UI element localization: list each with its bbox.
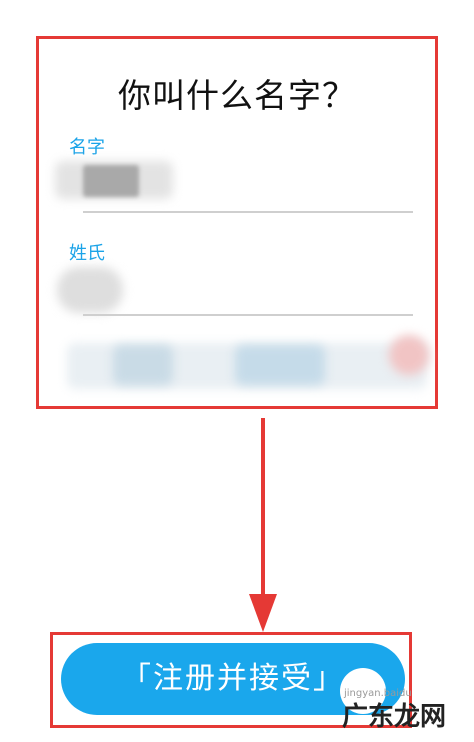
redacted-area <box>389 335 429 375</box>
watermark: jingyan.baidu 广东龙网 <box>296 656 474 736</box>
first-name-label: 名字 <box>69 137 105 158</box>
first-name-input[interactable] <box>61 167 415 207</box>
name-form-panel: 你叫什么名字？ 名字 姓氏 <box>36 36 438 409</box>
page-title: 你叫什么名字？ <box>118 76 356 115</box>
first-name-underline <box>83 211 413 213</box>
arrow-head <box>249 594 277 632</box>
last-name-label: 姓氏 <box>69 243 105 264</box>
last-name-input[interactable] <box>61 275 415 315</box>
redacted-area <box>113 345 173 385</box>
watermark-text: 广东龙网 <box>342 702 447 732</box>
arrow-down-icon <box>249 418 277 632</box>
redacted-area <box>235 345 325 385</box>
page: 你叫什么名字？ 名字 姓氏 「注册并接受」 jingyan.baidu 广东龙网 <box>0 0 474 742</box>
last-name-underline <box>83 314 413 316</box>
